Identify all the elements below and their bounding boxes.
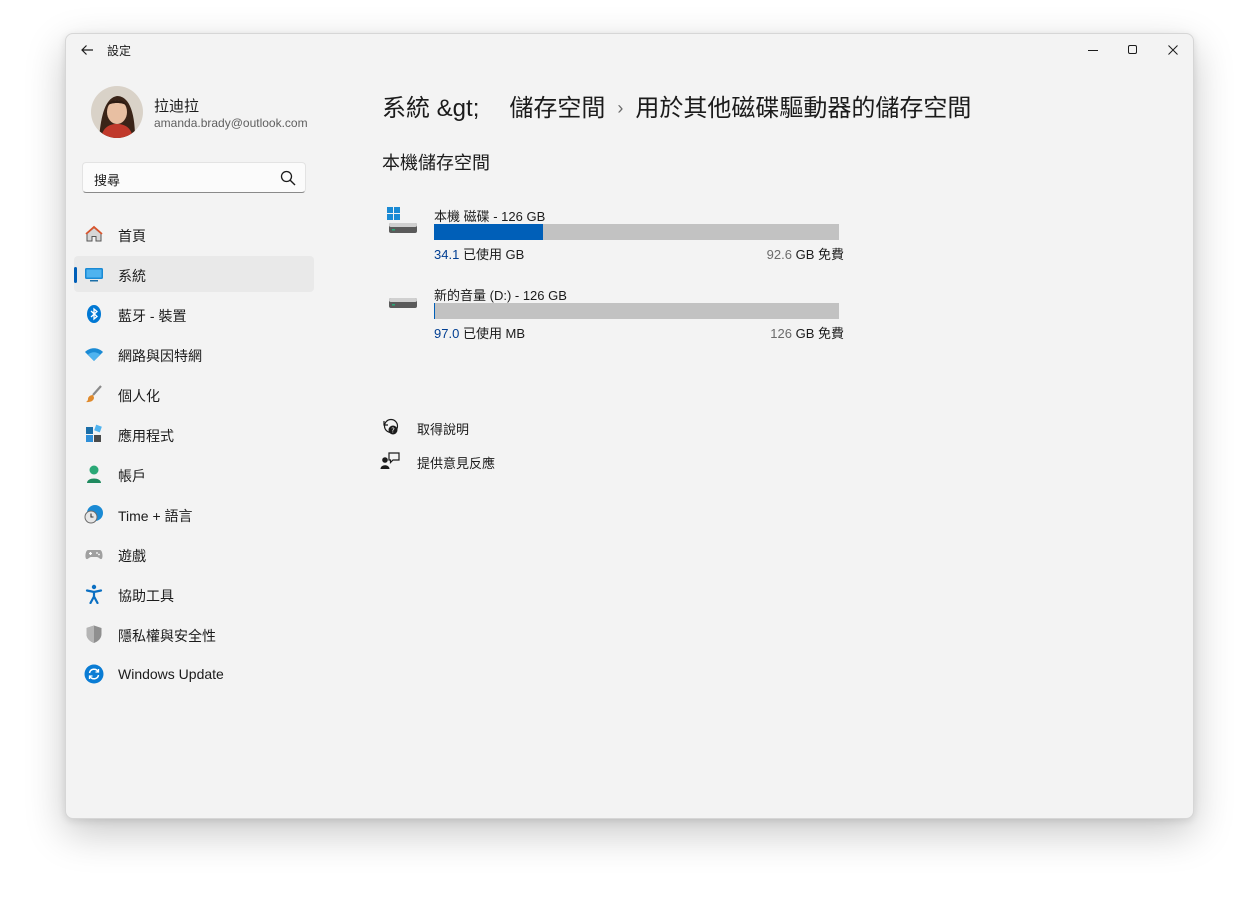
minimize-icon — [1088, 50, 1098, 51]
breadcrumb-separator: › — [617, 98, 624, 118]
system-icon — [85, 268, 103, 282]
free-label: GB 免費 — [795, 326, 844, 341]
sidebar-item-label: 藍牙 - 裝置 — [118, 308, 187, 324]
sidebar-item-privacy[interactable]: 隱私權與安全性 — [74, 616, 314, 652]
sidebar-item-windows-update[interactable]: Windows Update — [74, 656, 314, 692]
gamepad-icon — [85, 550, 103, 560]
home-icon — [85, 225, 103, 242]
free-label: GB 免費 — [795, 247, 844, 262]
used-value: 97.0 — [434, 326, 460, 341]
breadcrumb-item-system[interactable]: 系統 &gt; — [382, 88, 479, 123]
user-name: 拉迪拉 — [154, 98, 200, 115]
breadcrumb-item-storage[interactable]: 儲存空間 — [509, 88, 605, 123]
link-label: 取得說明 — [417, 422, 470, 437]
sidebar-item-accessibility[interactable]: 協助工具 — [74, 576, 314, 612]
sidebar-item-label: 隱私權與安全性 — [118, 628, 216, 644]
sidebar-item-accounts[interactable]: 帳戶 — [74, 456, 314, 492]
drive-icon — [389, 298, 417, 308]
drive-name: 本機 磁碟 - 126 GB — [434, 209, 546, 224]
sidebar-item-label: 網路與因特網 — [118, 348, 202, 364]
sidebar-item-label: Windows Update — [118, 666, 224, 682]
drive-usage-fill — [434, 224, 544, 240]
section-title: 本機儲存空間 — [382, 153, 490, 173]
sidebar-item-label: 應用程式 — [118, 428, 174, 444]
maximize-button[interactable] — [1113, 34, 1153, 66]
sidebar-item-label: 個人化 — [118, 388, 160, 404]
back-arrow-icon[interactable] — [78, 41, 96, 59]
user-email: amanda.brady@outlook.com — [154, 116, 308, 130]
sidebar-item-label: Time + 語言 — [118, 508, 193, 524]
sidebar-item-gaming[interactable]: 遊戲 — [74, 536, 314, 572]
sidebar-item-system[interactable]: 系統 — [74, 256, 314, 292]
drive-used: 34.1 已使用 GB — [434, 244, 524, 263]
title-bar: 設定 — [66, 34, 1193, 66]
sidebar-item-apps[interactable]: 應用程式 — [74, 416, 314, 452]
account-icon — [87, 465, 101, 483]
settings-window: 設定 拉迪拉 amanda.brady@outlook.com 搜尋 首頁 系統… — [65, 33, 1194, 819]
used-label: 已使用 GB — [462, 247, 525, 262]
breadcrumb: 系統 &gt; 儲存空間 › 用於其他磁碟驅動器的儲存空間 — [382, 88, 971, 123]
windows-drive-icon — [387, 207, 417, 233]
sidebar-item-label: 首頁 — [118, 228, 146, 244]
accessibility-icon — [85, 584, 103, 604]
drive-item-d[interactable]: 新的音量 (D:) - 126 GB 97.0 已使用 MB 126 GB 免費 — [382, 285, 852, 345]
svg-text:?: ? — [391, 427, 395, 435]
sidebar-item-network[interactable]: 網路與因特網 — [74, 336, 314, 372]
page-title: 用於其他磁碟驅動器的儲存空間 — [635, 95, 972, 122]
sidebar-nav: 首頁 系統 藍牙 - 裝置 網路與因特網 個人化 應用程式 帳戶 Time + … — [74, 216, 314, 696]
shield-icon — [86, 625, 102, 643]
used-value: 34.1 — [434, 247, 460, 262]
bluetooth-icon — [87, 305, 101, 323]
close-icon — [1168, 45, 1178, 55]
sidebar-item-time-language[interactable]: Time + 語言 — [74, 496, 314, 532]
search-input[interactable]: 搜尋 — [82, 162, 306, 193]
close-button[interactable] — [1153, 34, 1193, 66]
sidebar-item-bluetooth[interactable]: 藍牙 - 裝置 — [74, 296, 314, 332]
search-icon[interactable] — [280, 170, 296, 186]
drive-used: 97.0 已使用 MB — [434, 323, 525, 342]
free-value: 92.6 — [766, 247, 792, 262]
sidebar-item-personalization[interactable]: 個人化 — [74, 376, 314, 412]
drive-free: 126 GB 免費 — [770, 323, 844, 342]
link-label: 提供意見反應 — [417, 456, 496, 471]
sidebar-item-label: 系統 — [118, 268, 146, 284]
drive-usage-bar — [434, 303, 839, 319]
minimize-button[interactable] — [1073, 34, 1113, 66]
drive-item-c[interactable]: 本機 磁碟 - 126 GB 34.1 已使用 GB 92.6 GB 免費 — [382, 206, 852, 266]
time-language-icon — [84, 505, 103, 524]
drive-name: 新的音量 (D:) - 126 GB — [434, 288, 567, 303]
drive-free: 92.6 GB 免費 — [767, 244, 844, 263]
brush-icon — [86, 385, 102, 403]
drive-usage-bar — [434, 224, 839, 240]
feedback-icon — [380, 452, 400, 469]
sidebar-item-home[interactable]: 首頁 — [74, 216, 314, 252]
help-icon: ? — [383, 418, 399, 435]
sidebar-item-label: 協助工具 — [118, 588, 174, 604]
sidebar-item-label: 遊戲 — [118, 548, 146, 564]
avatar[interactable] — [91, 86, 143, 138]
free-value: 126 — [770, 326, 792, 341]
maximize-icon — [1128, 45, 1137, 54]
used-label: 已使用 MB — [462, 326, 526, 341]
apps-icon — [86, 424, 102, 442]
wifi-icon — [85, 348, 103, 361]
sidebar-item-label: 帳戶 — [118, 468, 146, 484]
app-title: 設定 — [107, 44, 132, 58]
windows-update-icon — [84, 664, 104, 684]
search-text: 搜尋 — [94, 173, 121, 188]
